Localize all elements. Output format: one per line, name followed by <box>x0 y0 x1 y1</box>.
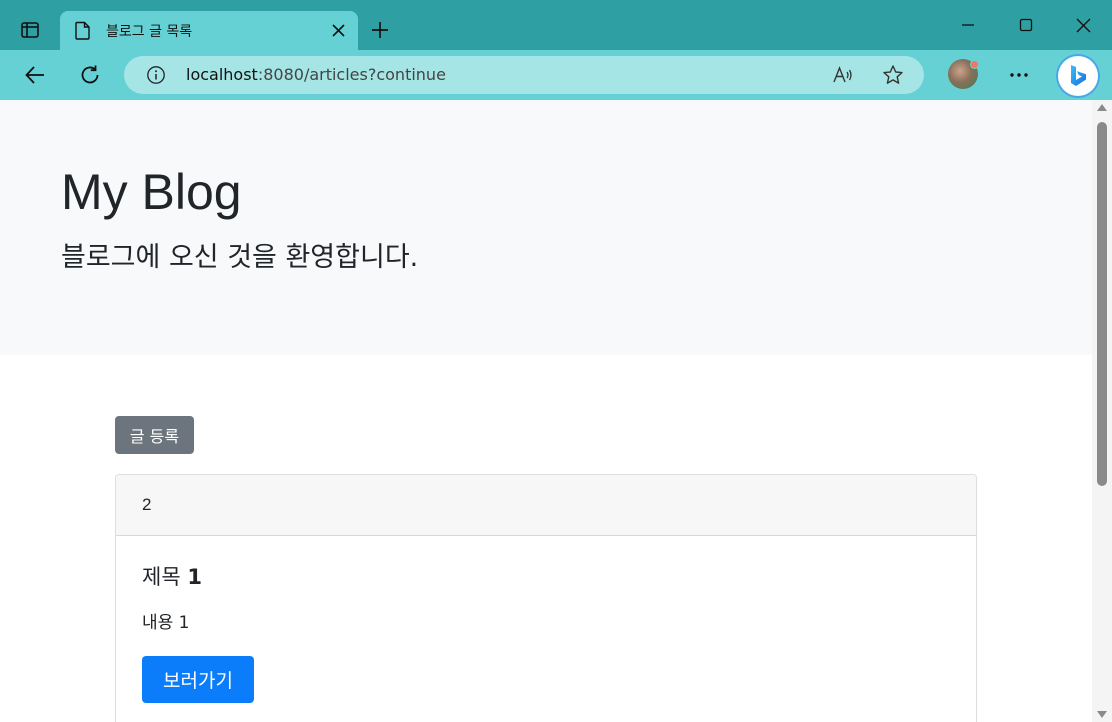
article-title-number: 1 <box>187 565 202 589</box>
url-path: :8080/articles?continue <box>257 65 446 84</box>
info-icon[interactable] <box>146 65 166 85</box>
back-arrow-icon <box>25 66 44 84</box>
create-article-button[interactable]: 글 등록 <box>115 416 194 454</box>
url-text[interactable]: localhost:8080/articles?continue <box>186 56 446 94</box>
scroll-down-arrow-icon[interactable] <box>1097 711 1107 718</box>
maximize-button[interactable] <box>1011 10 1041 40</box>
refresh-icon <box>81 65 99 84</box>
star-icon[interactable] <box>882 64 904 86</box>
minimize-button[interactable] <box>953 10 983 40</box>
minimize-icon <box>962 24 974 26</box>
article-title: 제목 1 <box>142 561 202 591</box>
view-article-button[interactable]: 보러가기 <box>142 656 254 703</box>
bing-copilot-icon <box>1071 65 1086 86</box>
article-card-header: 2 <box>116 475 976 536</box>
page-viewport: My Blog 블로그에 오신 것을 환영합니다. 글 등록 2 제목 1 내용… <box>0 100 1092 722</box>
new-tab-button[interactable] <box>366 16 394 44</box>
maximize-icon <box>1019 18 1033 32</box>
plus-icon <box>372 22 388 38</box>
window-close-button[interactable] <box>1068 10 1098 40</box>
copilot-button[interactable] <box>1058 56 1098 96</box>
url-host: localhost <box>186 65 258 84</box>
article-card: 2 제목 1 내용 1 보러가기 <box>115 474 977 722</box>
blog-header: My Blog 블로그에 오신 것을 환영합니다. <box>0 100 1092 355</box>
tab-title: 블로그 글 목록 <box>106 23 193 40</box>
profile-notification-badge <box>970 60 979 69</box>
tab-actions-button[interactable] <box>12 12 48 48</box>
tab-strip: 블로그 글 목록 <box>0 0 1112 50</box>
back-button[interactable] <box>20 60 50 90</box>
read-aloud-icon[interactable] <box>832 64 854 86</box>
more-button[interactable] <box>1004 60 1034 90</box>
article-id: 2 <box>142 495 152 514</box>
more-icon <box>1010 73 1028 77</box>
scrollbar-thumb[interactable] <box>1097 122 1107 486</box>
active-tab[interactable]: 블로그 글 목록 <box>60 11 358 50</box>
vertical-scrollbar[interactable] <box>1092 100 1112 722</box>
page-icon <box>74 21 92 41</box>
scroll-up-arrow-icon[interactable] <box>1097 104 1107 111</box>
blog-subtitle: 블로그에 오신 것을 환영합니다. <box>61 242 419 273</box>
article-content: 내용 1 <box>142 613 190 633</box>
blog-title: My Blog <box>61 164 242 220</box>
close-icon <box>1076 18 1090 32</box>
close-icon <box>331 23 345 37</box>
address-bar[interactable]: localhost:8080/articles?continue <box>124 56 924 94</box>
browser-toolbar: localhost:8080/articles?continue <box>0 50 1112 100</box>
refresh-button[interactable] <box>75 60 105 90</box>
tab-close-button[interactable] <box>328 20 348 40</box>
tab-actions-icon <box>21 22 39 38</box>
article-title-prefix: 제목 <box>142 565 188 589</box>
